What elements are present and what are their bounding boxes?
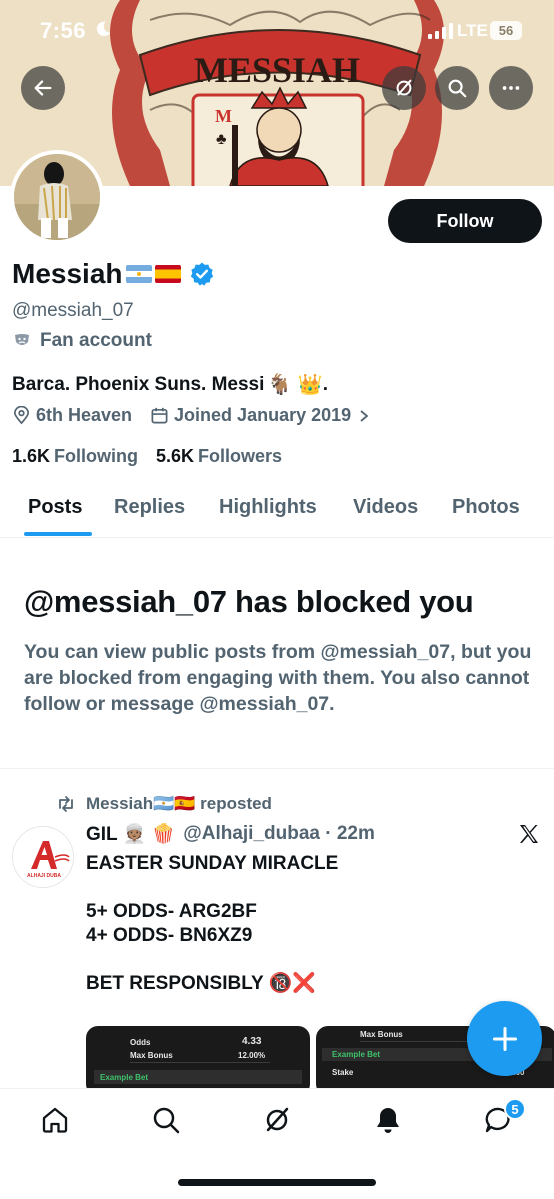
profile-bio: Barca. Phoenix Suns. Messi 🐐 👑 . [12, 372, 328, 397]
profile-name-row: Messiah [12, 258, 215, 290]
joined-item[interactable]: Joined January 2019 [150, 405, 371, 426]
svg-text:ALHAJI DUBA: ALHAJI DUBA [27, 873, 61, 879]
battery-icon: 56 [490, 21, 522, 40]
post-media-image-1[interactable]: Odds 4.33 Max Bonus 12.00% Example Bet [86, 1026, 310, 1088]
post-line: BET RESPONSIBLY 🔞❌ [86, 973, 316, 994]
profile-tabs: Posts Replies Highlights Videos Photos [0, 482, 554, 538]
location-text: 6th Heaven [36, 405, 133, 425]
profile-meta: 6th Heaven Joined January 2019 [12, 405, 389, 426]
moon-icon [96, 21, 111, 37]
joined-text: Joined January 2019 [174, 405, 352, 425]
bio-end: . [322, 373, 329, 395]
blocked-description: You can view public posts from @messiah_… [24, 641, 532, 715]
media-text: Max Bonus [130, 1051, 173, 1060]
back-icon [34, 80, 52, 96]
svg-text:M: M [215, 106, 232, 126]
media-text: Example Bet [332, 1050, 381, 1059]
search-button[interactable] [435, 66, 479, 110]
post-line [86, 876, 506, 900]
repost-indicator[interactable]: Messiah🇦🇷🇪🇸 reposted [56, 794, 272, 814]
bio-emojis: 🐐 👑 [267, 374, 323, 396]
media-text: Max Bonus [360, 1030, 403, 1039]
following-count[interactable]: 1.6K [12, 446, 50, 467]
bio-text: Barca. Phoenix Suns. Messi [12, 373, 265, 395]
followers-count[interactable]: 5.6K [156, 446, 194, 467]
media-text: Odds [130, 1038, 151, 1047]
nav-home[interactable] [40, 1105, 70, 1135]
post-line: 4+ ODDS- BN6XZ9 [86, 925, 253, 946]
post-author-avatar[interactable]: ALHAJI DUBA [12, 826, 74, 888]
followers-label[interactable]: Followers [198, 446, 282, 467]
divider [0, 768, 554, 769]
active-tab-indicator [24, 532, 92, 536]
svg-text:♣: ♣ [216, 131, 227, 148]
post-text: EASTER SUNDAY MIRACLE 5+ ODDS- ARG2BF 4+… [86, 852, 506, 996]
blocked-title: @messiah_07 has blocked you [24, 584, 474, 619]
profile-stats: 1.6K Following 5.6K Followers [12, 446, 300, 467]
fan-account-label[interactable]: Fan account [12, 330, 152, 352]
nav-notifications[interactable] [373, 1105, 403, 1135]
media-text: 12.00% [238, 1051, 266, 1060]
home-icon [42, 1107, 68, 1133]
fan-account-text: Fan account [40, 330, 152, 351]
tab-photos[interactable]: Photos [452, 496, 520, 519]
location-icon [13, 406, 30, 425]
grok-icon [266, 1107, 289, 1132]
messages-badge: 5 [504, 1098, 526, 1120]
more-icon [502, 86, 520, 90]
post-handle-time[interactable]: @Alhaji_dubaa · 22m [183, 823, 375, 845]
x-logo-icon [520, 825, 538, 843]
masks-icon [15, 334, 29, 345]
search-icon [448, 79, 467, 98]
repost-icon [59, 796, 73, 812]
media-text: Stake [332, 1068, 354, 1077]
chevron-right-icon [360, 409, 369, 422]
more-button[interactable] [489, 66, 533, 110]
repost-label: Messiah🇦🇷🇪🇸 reposted [86, 794, 272, 813]
argentina-flag-icon [125, 265, 152, 283]
location-item: 6th Heaven [12, 405, 132, 426]
author-logo-image: ALHAJI DUBA [13, 827, 73, 887]
grok-button[interactable] [382, 66, 426, 110]
compose-button[interactable] [467, 1001, 542, 1076]
search-icon [153, 1107, 180, 1134]
notifications-icon [377, 1108, 399, 1133]
spain-flag-icon [154, 265, 181, 283]
nav-search[interactable] [151, 1105, 181, 1135]
tab-highlights[interactable]: Highlights [219, 496, 317, 519]
tab-replies[interactable]: Replies [114, 496, 185, 519]
following-label[interactable]: Following [54, 446, 138, 467]
network-type: LTE [457, 21, 488, 40]
status-time: 7:56 [40, 18, 87, 43]
tab-videos[interactable]: Videos [353, 496, 418, 519]
status-bar: 7:56 LTE 56 [0, 0, 554, 62]
tab-posts[interactable]: Posts [28, 496, 82, 519]
signal-icon [428, 23, 453, 39]
avatar-image [14, 154, 100, 240]
nav-grok[interactable] [262, 1105, 292, 1135]
home-indicator[interactable] [178, 1179, 376, 1186]
profile-handle: @messiah_07 [12, 300, 134, 321]
profile-display-name: Messiah [12, 258, 123, 289]
media-text: Example Bet [100, 1073, 149, 1082]
plus-icon [492, 1026, 517, 1051]
post-line: 5+ ODDS- ARG2BF [86, 901, 257, 922]
verified-badge-icon[interactable] [189, 261, 215, 287]
follow-button[interactable]: Follow [388, 199, 542, 243]
post-line [86, 948, 506, 972]
media-text: 4.33 [242, 1036, 262, 1047]
calendar-icon [151, 407, 168, 424]
back-button[interactable] [21, 66, 65, 110]
post-header: GIL 👳🏽 🍿 @Alhaji_dubaa · 22m [86, 822, 375, 846]
grok-icon [396, 79, 412, 96]
post-author-name[interactable]: GIL 👳🏽 🍿 [86, 822, 175, 846]
profile-avatar[interactable] [10, 150, 104, 244]
post-line: EASTER SUNDAY MIRACLE [86, 853, 339, 874]
